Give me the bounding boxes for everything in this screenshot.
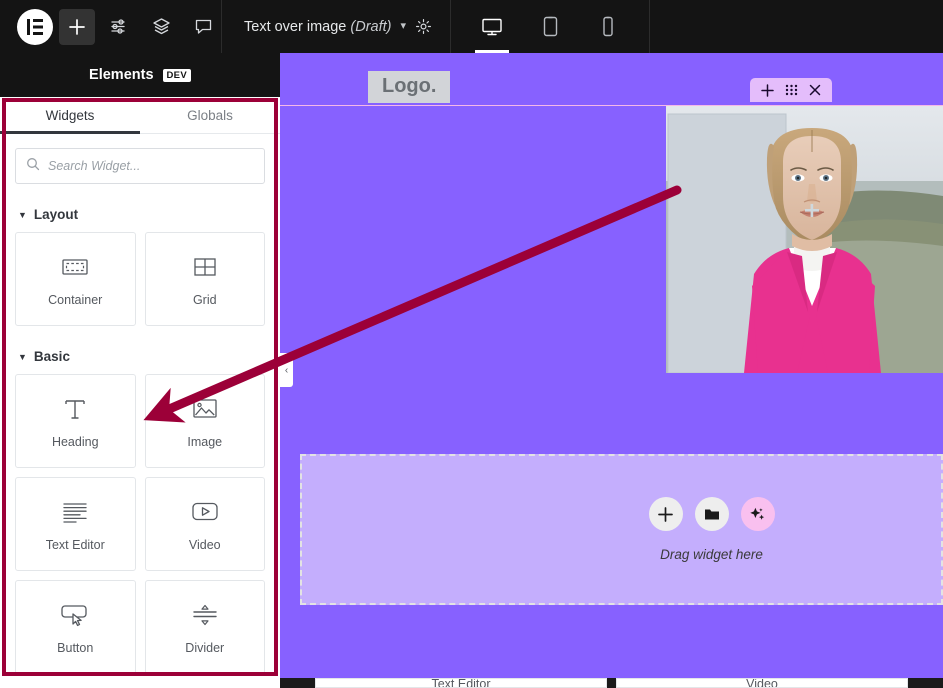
search-input[interactable] (48, 159, 254, 173)
section-header-basic[interactable]: ▼ Basic (18, 349, 265, 364)
document-status: (Draft) (350, 18, 392, 35)
ai-generate-button[interactable] (740, 497, 775, 531)
structure-button[interactable] (143, 9, 179, 45)
section-header-layout[interactable]: ▼ Layout (18, 207, 265, 222)
toolbar-left-group (0, 0, 221, 53)
widget-card-divider[interactable]: Divider (144, 580, 265, 674)
toolbar-divider-3 (649, 0, 651, 53)
tab-widgets-label: Widgets (45, 107, 95, 123)
widget-label-grid: Grid (192, 292, 217, 307)
dev-badge: DEV (162, 68, 191, 82)
drag-handle-icon[interactable] (785, 84, 798, 96)
elementor-logo-icon[interactable] (17, 8, 53, 45)
widget-label-heading: Heading (51, 434, 99, 449)
widget-card-video[interactable]: Video (144, 477, 265, 571)
widget-label-container: Container (48, 292, 103, 307)
hero-row[interactable] (280, 106, 943, 373)
widget-label-video: Video (188, 537, 221, 552)
editor-canvas[interactable]: Logo. Drag widget here ‹ (280, 53, 943, 688)
device-preview-group (451, 0, 649, 53)
bottom-strip-card-text-editor[interactable]: Text Editor (315, 678, 607, 688)
panel-header: Elements DEV (0, 53, 280, 97)
widget-card-button[interactable]: Button (15, 580, 136, 674)
caret-down-icon-basic: ▼ (18, 351, 27, 362)
document-info: Text over image (Draft) ▾ (222, 0, 450, 53)
open-library-button[interactable] (694, 497, 729, 531)
image-icon (192, 394, 218, 424)
gear-icon[interactable] (415, 18, 432, 35)
add-widget-button[interactable] (648, 497, 683, 531)
search-icon (26, 157, 40, 176)
caret-down-icon: ▼ (18, 209, 27, 220)
device-desktop-button[interactable] (473, 0, 511, 53)
delete-element-icon[interactable] (809, 84, 821, 96)
container-icon (62, 252, 88, 282)
site-header-section[interactable]: Logo. (280, 53, 943, 106)
device-tablet-button[interactable] (531, 0, 569, 53)
heading-icon (62, 394, 88, 424)
add-element-button[interactable] (59, 8, 95, 45)
panel-collapse-handle[interactable]: ‹ (280, 353, 293, 387)
bottom-cutoff-strip: Text Editor Video (280, 678, 943, 688)
widget-card-text-editor[interactable]: Text Editor (15, 477, 136, 571)
widgets-panel: Elements DEV Widgets Globals Search Widg… (0, 53, 280, 688)
layout-widgets-grid: Container Grid (15, 232, 265, 326)
widget-dropzone[interactable]: Drag widget here (300, 454, 943, 605)
device-mobile-button[interactable] (589, 0, 627, 53)
widget-label-divider: Divider (185, 640, 225, 655)
bottom-strip-card-video[interactable]: Video (616, 678, 908, 688)
button-icon (60, 600, 90, 630)
logo-element[interactable]: Logo. (368, 71, 451, 103)
widget-label-text-editor: Text Editor (45, 537, 105, 552)
basic-widgets-grid: Heading Image Text Editor Video Button D… (15, 374, 265, 674)
hero-image[interactable] (666, 106, 943, 373)
top-toolbar: Text over image (Draft) ▾ (0, 0, 943, 53)
grid-icon (193, 252, 217, 282)
page-title: Elements (89, 67, 154, 83)
notes-button[interactable] (185, 9, 221, 45)
section-title-layout: Layout (33, 207, 79, 222)
widget-label-image: Image (187, 434, 223, 449)
widget-card-container[interactable]: Container (15, 232, 136, 326)
video-icon (191, 497, 219, 527)
section-title-basic: Basic (33, 349, 70, 364)
search-widget-box[interactable] (15, 148, 265, 184)
widget-label-button: Button (57, 640, 94, 655)
divider-icon (192, 600, 218, 630)
tab-widgets[interactable]: Widgets (0, 97, 140, 134)
add-section-icon[interactable] (761, 83, 774, 97)
chevron-down-icon[interactable]: ▾ (400, 21, 406, 32)
widget-card-grid[interactable]: Grid (144, 232, 265, 326)
bottom-strip-cards: Text Editor Video (280, 678, 943, 688)
site-settings-button[interactable] (101, 9, 137, 45)
tab-globals-label: Globals (187, 107, 233, 123)
text-editor-icon (61, 497, 89, 527)
dropzone-buttons (648, 497, 775, 531)
elementor-editor: Text over image (Draft) ▾ Elements DEV W… (0, 0, 943, 688)
tab-globals[interactable]: Globals (140, 97, 280, 133)
chevron-left-icon: ‹ (284, 364, 289, 376)
document-title: Text over image (Draft) (244, 18, 392, 35)
widget-card-image[interactable]: Image (144, 374, 265, 468)
dropzone-inner: Drag widget here (648, 497, 775, 562)
widget-card-heading[interactable]: Heading (15, 374, 136, 468)
element-toolbar (750, 78, 832, 102)
dropzone-label: Drag widget here (660, 547, 763, 562)
panel-tabs: Widgets Globals (0, 97, 280, 134)
panel-body: ▼ Layout Container (0, 134, 280, 674)
